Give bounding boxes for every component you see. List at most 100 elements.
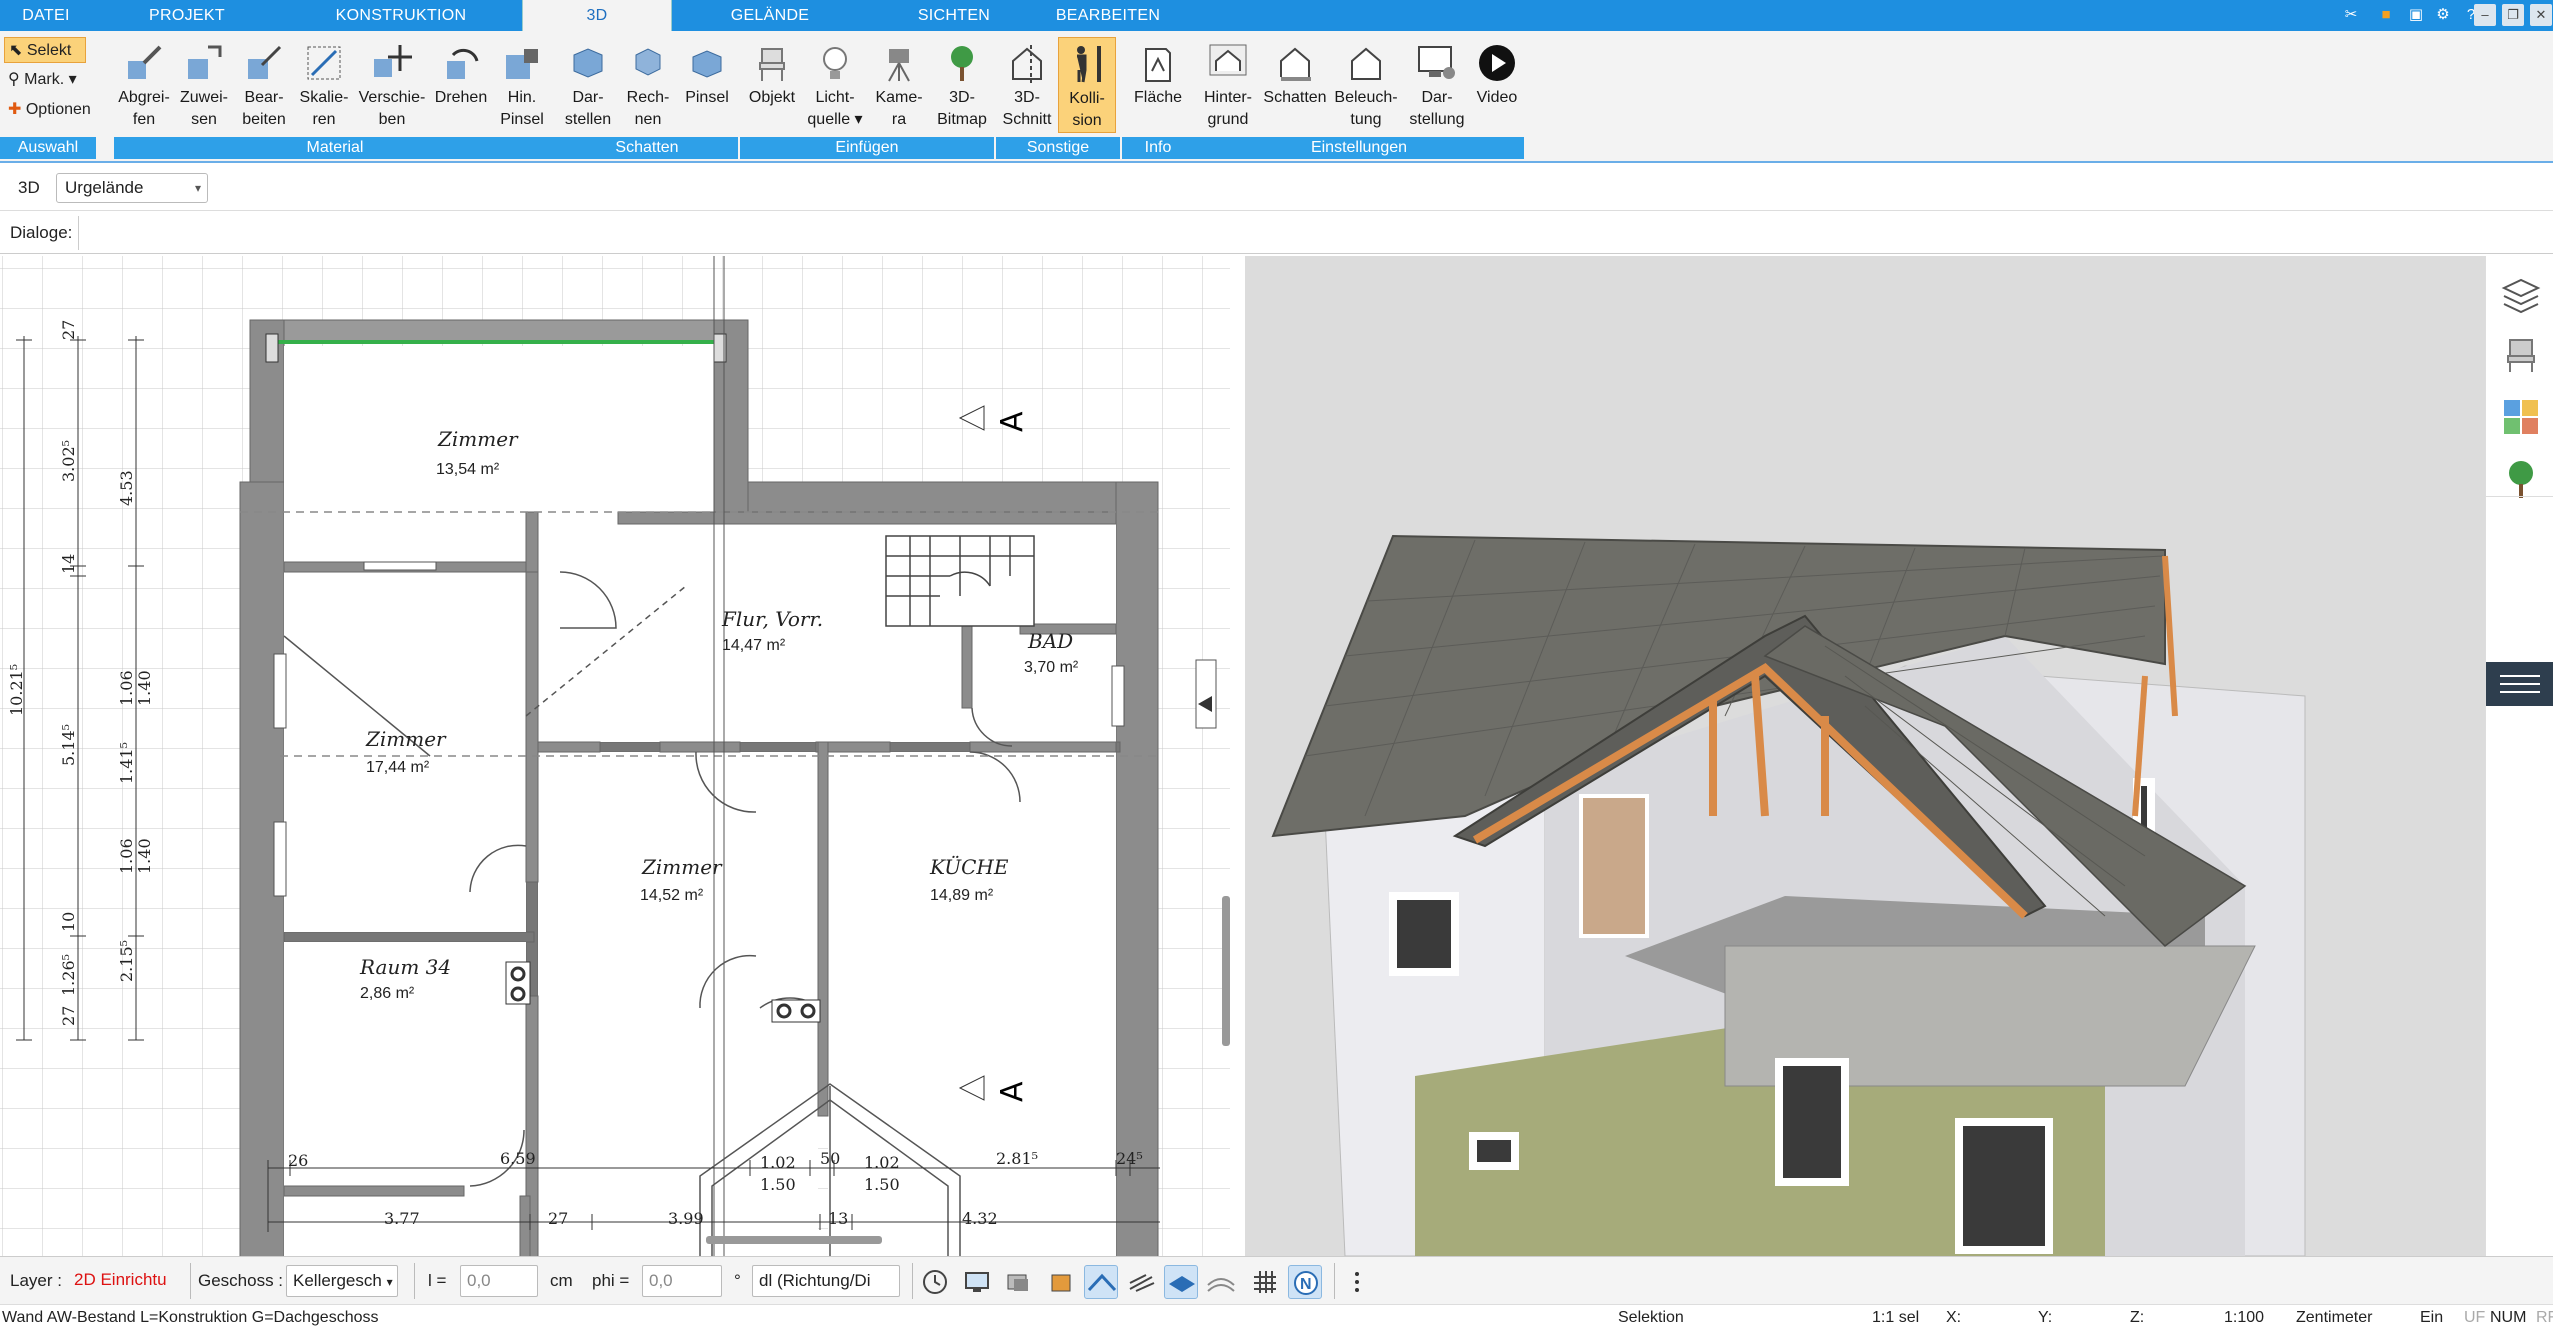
3d-house-render[interactable] <box>1245 256 2485 1256</box>
more-options-icon[interactable] <box>1340 1265 1374 1299</box>
settings-icon[interactable]: ⚙ <box>2432 4 2454 26</box>
tab-gelaende[interactable]: GELÄNDE <box>672 0 868 31</box>
assign-icon <box>188 45 222 79</box>
dim-text: 26 <box>288 1151 308 1170</box>
schnitt-3d-button[interactable]: 3D- Schnitt <box>998 37 1056 133</box>
panel-toggle-button[interactable] <box>2486 662 2553 706</box>
cursor-icon: ⬉ <box>9 42 23 59</box>
terrain-view-icon[interactable] <box>1204 1265 1238 1299</box>
direction-select[interactable]: dl (Richtung/Di <box>752 1265 900 1297</box>
selekt-button[interactable]: ⬉ Selekt <box>4 37 86 63</box>
3d-view[interactable] <box>1245 256 2485 1256</box>
tab-datei[interactable]: DATEI <box>0 0 92 31</box>
group-einstellungen: Hinter-grund Schatten Beleuch-tung Dar-s… <box>1194 35 1524 159</box>
divider <box>414 1263 415 1299</box>
vertical-scrollbar[interactable] <box>1222 896 1230 1046</box>
cut-icon[interactable]: ■ <box>2375 4 2397 26</box>
minimize-icon[interactable]: – <box>2474 4 2496 26</box>
tools-icon[interactable]: ✂ <box>2340 4 2362 26</box>
grid-icon[interactable] <box>1248 1265 1282 1299</box>
video-button[interactable]: Video <box>1472 37 1522 133</box>
plants-icon[interactable] <box>2500 458 2542 500</box>
objekt-button[interactable]: Objekt <box>742 37 802 133</box>
layer-select[interactable]: 2D Einrichtu <box>68 1265 186 1297</box>
geschoss-label: Geschoss : <box>198 1271 284 1290</box>
phi-input[interactable]: 0,0 <box>642 1265 722 1297</box>
monitor-icon[interactable] <box>960 1265 994 1299</box>
roof-view-icon[interactable] <box>1084 1265 1118 1299</box>
label: stellung <box>1409 111 1465 128</box>
layers-view-icon[interactable] <box>1002 1265 1036 1299</box>
length-value: 0,0 <box>467 1271 491 1290</box>
geschoss-select[interactable]: Kellergesch ▾ <box>286 1265 398 1297</box>
hatch-view-icon[interactable] <box>1124 1265 1158 1299</box>
room-area: 14,52 m² <box>640 887 704 904</box>
staircase[interactable] <box>885 535 1035 627</box>
room-area: 14,47 m² <box>722 637 786 654</box>
lichtquelle-button[interactable]: Licht-quelle ▾ <box>804 37 866 133</box>
layer-value: 2D Einrichtu <box>74 1270 167 1289</box>
label: Pinsel <box>500 111 544 128</box>
status-sel: 1:1 sel <box>1872 1309 1920 1326</box>
group-einfuegen: Objekt Licht-quelle ▾ Kame-ra 3D- Bitmap … <box>740 35 994 159</box>
close-icon[interactable]: ✕ <box>2530 4 2552 26</box>
group-material: Abgrei-fen Zuwei-sen Bear-beiten Skalie-… <box>114 35 556 159</box>
rechnen-button[interactable]: Rech-nen <box>618 37 678 133</box>
plane-view-icon[interactable] <box>1164 1265 1198 1299</box>
monitor-settings-icon <box>1418 46 1455 79</box>
pinsel-button[interactable]: Pinsel <box>678 37 736 133</box>
hintergrund-button[interactable]: Hinter-grund <box>1196 37 1260 133</box>
status-scale: 1:100 <box>2224 1309 2265 1326</box>
length-input[interactable]: 0,0 <box>460 1265 538 1297</box>
flaeche-button[interactable]: Fläche <box>1126 37 1190 133</box>
label: Bitmap <box>937 111 987 128</box>
terrain-select[interactable]: Urgelände ▾ <box>56 173 208 203</box>
section-label-top: A <box>995 411 1030 432</box>
cube-view-icon[interactable] <box>1044 1265 1078 1299</box>
clock-icon[interactable] <box>918 1265 952 1299</box>
darstellen-button[interactable]: Dar-stellen <box>558 37 618 133</box>
floor-plan-view[interactable]: A A Zimmer 13,54 m² Flur, Vorr. 14,47 m²… <box>0 256 1230 1256</box>
selected-wall-outline[interactable] <box>276 340 724 344</box>
furniture-icon[interactable] <box>2500 334 2542 376</box>
bitmap-3d-button[interactable]: 3D- Bitmap <box>932 37 992 133</box>
restore-icon[interactable]: ❐ <box>2502 4 2524 26</box>
label: Verschie- <box>358 89 426 106</box>
dim-text: 27 <box>59 1006 78 1026</box>
mark-button[interactable]: ⚲ Mark. ▾ <box>4 67 77 93</box>
hin-pinsel-button[interactable]: Hin. Pinsel <box>492 37 552 133</box>
layers-icon[interactable] <box>2500 274 2542 316</box>
label: ben <box>378 111 406 128</box>
horizontal-scrollbar[interactable] <box>706 1236 882 1244</box>
tab-bearbeiten[interactable]: BEARBEITEN <box>1040 0 1176 31</box>
label: beiten <box>242 111 286 128</box>
tab-konstruktion[interactable]: KONSTRUKTION <box>282 0 520 31</box>
label: ra <box>891 111 907 128</box>
divider <box>78 216 79 250</box>
verschieben-button[interactable]: Verschie-ben <box>356 37 428 133</box>
north-icon[interactable]: N <box>1288 1265 1322 1299</box>
floor-plan-canvas[interactable]: A A Zimmer 13,54 m² Flur, Vorr. 14,47 m²… <box>0 256 1230 1256</box>
dim-text: 14 <box>59 554 78 574</box>
bearbeiten-button[interactable]: Bear-beiten <box>236 37 292 133</box>
zuweisen-button[interactable]: Zuwei-sen <box>176 37 232 133</box>
darstellung-button[interactable]: Dar-stellung <box>1402 37 1472 133</box>
tab-projekt[interactable]: PROJEKT <box>92 0 282 31</box>
tab-sichten[interactable]: SICHTEN <box>868 0 1040 31</box>
kamera-button[interactable]: Kame-ra <box>868 37 930 133</box>
optionen-button[interactable]: ✚ Optionen <box>4 97 91 123</box>
beleuchtung-button[interactable]: Beleuch-tung <box>1330 37 1402 133</box>
layer-label: Layer : <box>10 1271 62 1290</box>
window-icon[interactable]: ▣ <box>2405 4 2427 26</box>
divider <box>912 1263 913 1299</box>
drehen-button[interactable]: Drehen <box>432 37 490 133</box>
materials-icon[interactable] <box>2500 396 2542 438</box>
schatten-settings-button[interactable]: Schatten <box>1260 37 1330 133</box>
kollision-button[interactable]: Kolli-sion <box>1058 37 1116 133</box>
tab-3d[interactable]: 3D <box>522 0 672 31</box>
wall-end-marker[interactable] <box>265 333 279 363</box>
skalieren-button[interactable]: Skalie-ren <box>296 37 352 133</box>
label: fen <box>132 111 156 128</box>
abgreifen-button[interactable]: Abgrei-fen <box>116 37 172 133</box>
dim-text: 3.77 <box>384 1209 420 1228</box>
